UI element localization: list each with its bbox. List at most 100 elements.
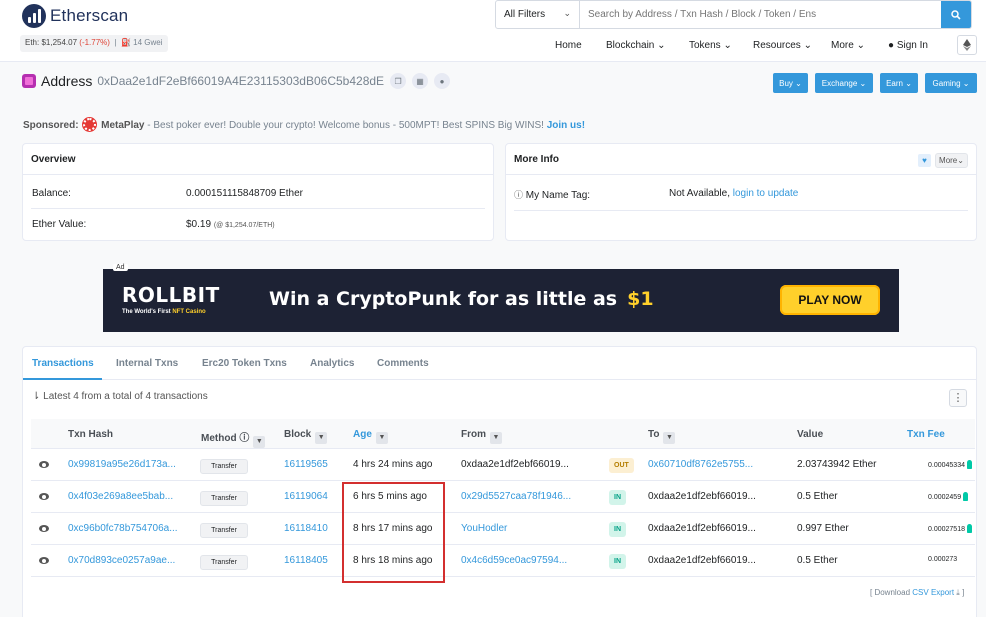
txn-hash-link[interactable]: 0x4f03e269a8ee5bab...: [68, 491, 173, 502]
qr-code-icon[interactable]: ▦: [412, 73, 429, 89]
transactions-card: Transactions Internal Txns Erc20 Token T…: [22, 346, 977, 617]
filter-select[interactable]: All Filters ⌄: [496, 1, 580, 28]
balance-value: 0.000151115848709 Ether: [186, 188, 303, 199]
user-icon: ●: [888, 40, 895, 51]
csv-export-link[interactable]: CSV Export: [912, 588, 954, 597]
sponsored-banner: Sponsored: MetaPlay - Best poker ever! D…: [23, 118, 586, 131]
nav-blockchain[interactable]: Blockchain ⌄: [606, 40, 666, 51]
table-row: 0x70d893ce0257a9ae... Transfer 16118405 8 h…: [31, 545, 975, 577]
logo-text: Etherscan: [50, 6, 129, 25]
txn-hash-link[interactable]: 0xc96b0fc78b754706a...: [68, 523, 178, 534]
from-address: 0xdaa2e1df2ebf66019...: [461, 459, 569, 470]
txn-hash-link[interactable]: 0x70d893ce0257a9ae...: [68, 555, 175, 566]
from-address[interactable]: 0x4c6d59ce0ac97594...: [461, 555, 567, 566]
eth-price-value: Eth: $1,254.07: [25, 38, 78, 47]
sponsor-link[interactable]: Join us!: [547, 120, 585, 131]
header: Etherscan Eth: $1,254.07 (-1.77%) | ⛽ 14…: [0, 0, 986, 62]
options-menu-button[interactable]: ⋮: [949, 389, 967, 407]
eye-icon[interactable]: [39, 461, 49, 468]
nav-tokens[interactable]: Tokens ⌄: [689, 40, 732, 51]
filter-icon[interactable]: ▼: [315, 432, 328, 444]
overview-card: Overview Balance: 0.000151115848709 Ethe…: [22, 143, 494, 241]
block-link[interactable]: 16119064: [284, 491, 328, 502]
chevron-down-icon: ⌄: [563, 8, 571, 18]
etherscan-logo[interactable]: Etherscan: [22, 4, 128, 28]
search-bar: All Filters ⌄: [495, 0, 972, 29]
tab-transactions[interactable]: Transactions: [32, 358, 94, 369]
tab-bar: Transactions Internal Txns Erc20 Token T…: [23, 347, 976, 380]
block-link[interactable]: 16118410: [284, 523, 328, 534]
eye-icon[interactable]: [39, 525, 49, 532]
address-avatar: [22, 74, 36, 88]
table-row: 0x99819a95e26d173a... Transfer 16119565 4 h…: [31, 449, 975, 481]
sort-icon: ⇂: [32, 391, 41, 402]
nav-signin[interactable]: ● Sign In: [888, 40, 928, 51]
txn-hash-link[interactable]: 0x99819a95e26d173a...: [68, 459, 176, 470]
age-highlight-box: [342, 482, 445, 583]
buy-button[interactable]: Buy ⌄: [773, 73, 808, 93]
nav-resources[interactable]: Resources ⌄: [753, 40, 812, 51]
method-badge: Transfer: [200, 459, 248, 474]
gas-price: 14 Gwei: [133, 38, 163, 47]
tab-comments[interactable]: Comments: [377, 358, 429, 369]
more-info-card: More Info ♥ More⌄ ⓘ My Name Tag: Not Ava…: [505, 143, 977, 241]
eye-icon[interactable]: [39, 493, 49, 500]
nav-more[interactable]: More ⌄: [831, 40, 865, 51]
from-address[interactable]: 0x29d5527caa78f1946...: [461, 491, 571, 502]
name-tag: Not Available, login to update: [669, 188, 799, 199]
from-address[interactable]: YouHodler: [461, 523, 507, 534]
exchange-button[interactable]: Exchange ⌄: [815, 73, 873, 93]
sponsor-name[interactable]: MetaPlay: [101, 120, 144, 131]
filter-icon[interactable]: ▼: [375, 432, 388, 444]
play-now-button[interactable]: PLAY NOW: [780, 285, 880, 315]
earn-button[interactable]: Earn ⌄: [880, 73, 918, 93]
table-header: Txn Hash Method ⓘ ▼ Block ▼ Age ▼ From ▼ To ▼…: [31, 419, 975, 449]
logo-icon: [22, 4, 46, 28]
more-dropdown[interactable]: More⌄: [935, 153, 968, 168]
to-address[interactable]: 0x60710df8762e5755...: [648, 459, 753, 470]
search-button[interactable]: [941, 1, 971, 28]
overview-title: Overview: [23, 144, 493, 175]
more-info-title: More Info: [506, 144, 976, 175]
login-link[interactable]: login to update: [733, 188, 799, 199]
tab-analytics[interactable]: Analytics: [310, 358, 354, 369]
block-link[interactable]: 16119565: [284, 459, 328, 470]
question-icon: ⓘ: [514, 190, 524, 200]
tab-erc20-token-txns[interactable]: Erc20 Token Txns: [202, 358, 287, 369]
value: 0.5 Ether: [797, 491, 838, 502]
poker-chip-icon: [83, 118, 97, 131]
rollbit-logo: ROLLBIT: [122, 283, 220, 307]
txn-fee-toggle[interactable]: Txn Fee: [907, 429, 945, 440]
txn-fee: 0.0002459: [928, 492, 969, 501]
block-link[interactable]: 16118405: [284, 555, 328, 566]
nav-home[interactable]: Home: [555, 40, 582, 51]
filter-icon[interactable]: ▼: [490, 432, 502, 444]
method-badge: Transfer: [200, 491, 248, 506]
to-address: 0xdaa2e1df2ebf66019...: [648, 491, 756, 502]
address-hash: 0xDaa2e1dF2eBf66019A4E23115303dB06C5b428…: [97, 74, 385, 88]
eth-price[interactable]: Eth: $1,254.07 (-1.77%) | ⛽ 14 Gwei: [20, 35, 168, 52]
method-badge: Transfer: [200, 523, 248, 538]
table-row: 0xc96b0fc78b754706a... Transfer 16118410 8 …: [31, 513, 975, 545]
ethereum-icon: [963, 39, 971, 51]
filter-icon[interactable]: ▼: [253, 436, 266, 448]
search-icon: [951, 9, 961, 20]
txn-fee: 0.000273: [928, 556, 958, 563]
direction-badge: IN: [609, 522, 626, 537]
transaction-summary: ⇂ Latest 4 from a total of 4 transaction…: [32, 391, 208, 402]
heart-icon[interactable]: ♥: [918, 154, 931, 167]
gas-icon: [966, 524, 972, 533]
age-column-toggle[interactable]: Age ▼: [353, 429, 388, 444]
tab-internal-txns[interactable]: Internal Txns: [116, 358, 178, 369]
ethereum-network-button[interactable]: [957, 35, 977, 55]
txn-fee: 0.00027518: [928, 524, 972, 533]
ad-banner[interactable]: ROLLBIT The World's First NFT Casino Win…: [103, 269, 899, 332]
gaming-button[interactable]: Gaming ⌄: [925, 73, 977, 93]
to-address: 0xdaa2e1df2ebf66019...: [648, 523, 756, 534]
comment-icon[interactable]: ●: [434, 73, 451, 89]
filter-icon[interactable]: ▼: [663, 432, 676, 444]
search-input[interactable]: [580, 1, 941, 28]
copy-icon[interactable]: ❐: [390, 73, 407, 89]
value: 0.5 Ether: [797, 555, 838, 566]
eye-icon[interactable]: [39, 557, 49, 564]
